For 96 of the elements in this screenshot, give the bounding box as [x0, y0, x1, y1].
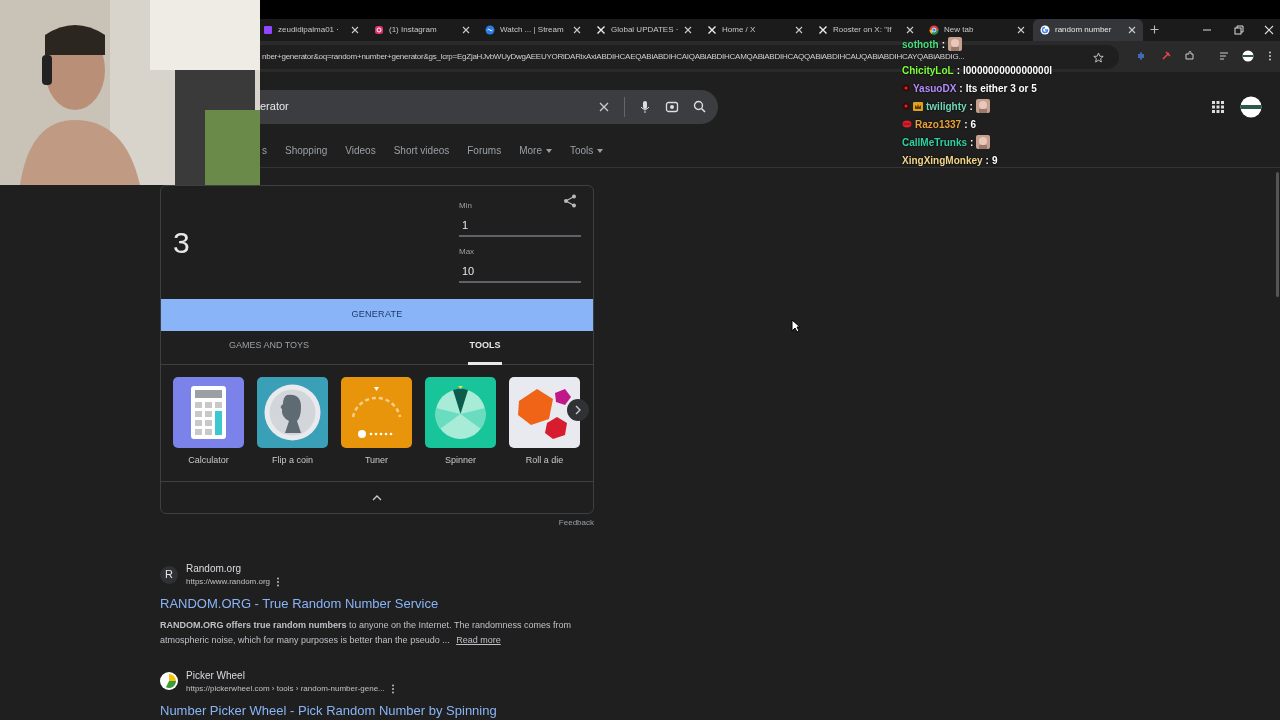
feedback-link[interactable]: Feedback: [558, 517, 594, 529]
search-filter-tab[interactable]: Tools: [569, 143, 604, 158]
infinity-icon: [485, 24, 495, 35]
close-icon[interactable]: [684, 25, 692, 34]
chrome-icon: [929, 24, 939, 35]
lips-icon: [902, 120, 912, 128]
cursor-icon: [791, 319, 801, 333]
search-filter-tab[interactable]: s: [262, 143, 267, 158]
star-icon[interactable]: [1093, 51, 1104, 63]
close-icon[interactable]: [1128, 25, 1136, 34]
close-icon[interactable]: [1264, 24, 1274, 35]
search-filter-tab[interactable]: Shopping: [285, 143, 328, 158]
browser-tab[interactable]: Watch ... | Stream: [478, 18, 588, 41]
twitch-icon: [263, 24, 273, 35]
search-field[interactable]: erator: [258, 89, 718, 124]
camera-icon: [374, 24, 384, 35]
restore-icon[interactable]: [1234, 24, 1244, 35]
close-icon[interactable]: [462, 25, 470, 34]
google-icon: [1040, 24, 1050, 35]
tool-label: Flip a coin: [272, 453, 313, 467]
random-number-result: 3: [173, 224, 190, 261]
close-icon[interactable]: [906, 25, 914, 34]
x-logo-icon: [707, 24, 717, 35]
tool-label: Roll a die: [525, 453, 564, 467]
site-favicon: R: [160, 565, 178, 584]
result-title-link[interactable]: RANDOM.ORG - True Random Number Service: [160, 594, 600, 614]
apps-grid-icon[interactable]: [1212, 100, 1224, 113]
badge-icon: [902, 102, 910, 110]
category-tab[interactable]: GAMES AND TOYS: [226, 330, 312, 365]
chat-separator: :: [964, 117, 968, 132]
search-filter-tab[interactable]: Forums: [467, 143, 502, 158]
browser-tab[interactable]: (1) Instagram: [367, 18, 477, 41]
chat-username: twilighty: [926, 99, 967, 114]
x-logo-icon: [596, 24, 606, 35]
camera-lens-icon[interactable]: [665, 99, 679, 114]
avatar-icon[interactable]: [1240, 95, 1262, 118]
chat-separator: :: [969, 99, 973, 114]
chat-separator: :: [956, 63, 960, 78]
chat-separator: :: [985, 153, 989, 168]
tool-label: Spinner: [445, 453, 476, 467]
crown-icon: [913, 101, 923, 111]
scrollbar[interactable]: [1276, 171, 1279, 297]
close-icon[interactable]: [1017, 25, 1025, 34]
number-input[interactable]: 1: [459, 214, 581, 237]
site-name: Random.org: [186, 562, 243, 576]
field-label: Min: [459, 199, 472, 212]
more-options-icon[interactable]: [276, 577, 281, 587]
chat-message: 6: [970, 117, 977, 132]
number-input[interactable]: 10: [459, 260, 581, 283]
search-icon[interactable]: [693, 100, 706, 113]
tool-label: Tuner: [364, 453, 389, 467]
site-url: https://pickerwheel.com › tools › random-number-gene...: [186, 682, 385, 695]
dice-icon[interactable]: [509, 376, 580, 448]
share-icon[interactable]: [563, 193, 577, 208]
generate-button[interactable]: GENERATE: [161, 298, 593, 331]
calculator-icon[interactable]: [173, 376, 244, 448]
chat-username: CallMeTrunks: [902, 135, 968, 150]
collapse-icon[interactable]: [372, 494, 382, 501]
x-logo-icon: [818, 24, 828, 35]
chat-separator: :: [959, 81, 963, 96]
result-title-link[interactable]: Number Picker Wheel - Pick Random Number by Spinning: [160, 700, 600, 720]
badge-icon: [902, 84, 910, 92]
site-url: https://www.random.org: [186, 576, 271, 588]
browser-tab[interactable]: zeudidipalma01 ·: [256, 18, 366, 41]
chat-message: 9: [991, 153, 998, 168]
browser-tab[interactable]: Global UPDATES ·: [589, 18, 699, 41]
field-label: Max: [459, 245, 475, 258]
browser-tab[interactable]: random number: [1033, 18, 1143, 41]
close-icon[interactable]: [795, 25, 803, 34]
spinner-wheel-icon[interactable]: [425, 376, 496, 448]
coin-icon[interactable]: [257, 376, 328, 448]
microphone-icon[interactable]: [639, 99, 651, 114]
clear-icon[interactable]: [598, 100, 610, 113]
chat-username: Razo1337: [915, 117, 962, 132]
chat-message: l000000000000000l: [963, 63, 1052, 78]
chat-username: YasuoDX: [913, 81, 957, 96]
new-tab-icon[interactable]: [1150, 25, 1159, 35]
chat-username: ChicityLoL: [902, 63, 954, 78]
tool-label: Calculator: [188, 453, 229, 467]
wheel-favicon-icon: [160, 672, 178, 690]
profile-icon[interactable]: [1242, 50, 1254, 63]
site-name: Picker Wheel: [186, 668, 246, 683]
chat-separator: :: [970, 135, 974, 150]
close-icon[interactable]: [351, 25, 359, 34]
result-snippet: RANDOM.ORG offers true random numbers to anyone on the Internet. The randomness comes from atmospheric noise, which for many purposes is better than the pseudo ... Read more: [160, 618, 572, 647]
search-filter-tab[interactable]: Short videos: [393, 143, 450, 158]
browser-tab[interactable]: Home / X: [700, 18, 810, 41]
close-icon[interactable]: [573, 25, 581, 34]
category-tab[interactable]: TOOLS: [467, 330, 503, 365]
read-more-link[interactable]: Read more: [456, 634, 501, 645]
search-filter-tab[interactable]: More: [519, 143, 552, 158]
chat-username: XingXingMonkey: [902, 153, 983, 168]
chat-message: Its either 3 or 5: [965, 81, 1037, 96]
more-options-icon[interactable]: [390, 683, 395, 694]
list-icon[interactable]: [1218, 50, 1230, 63]
search-filter-tab[interactable]: Videos: [345, 143, 376, 158]
